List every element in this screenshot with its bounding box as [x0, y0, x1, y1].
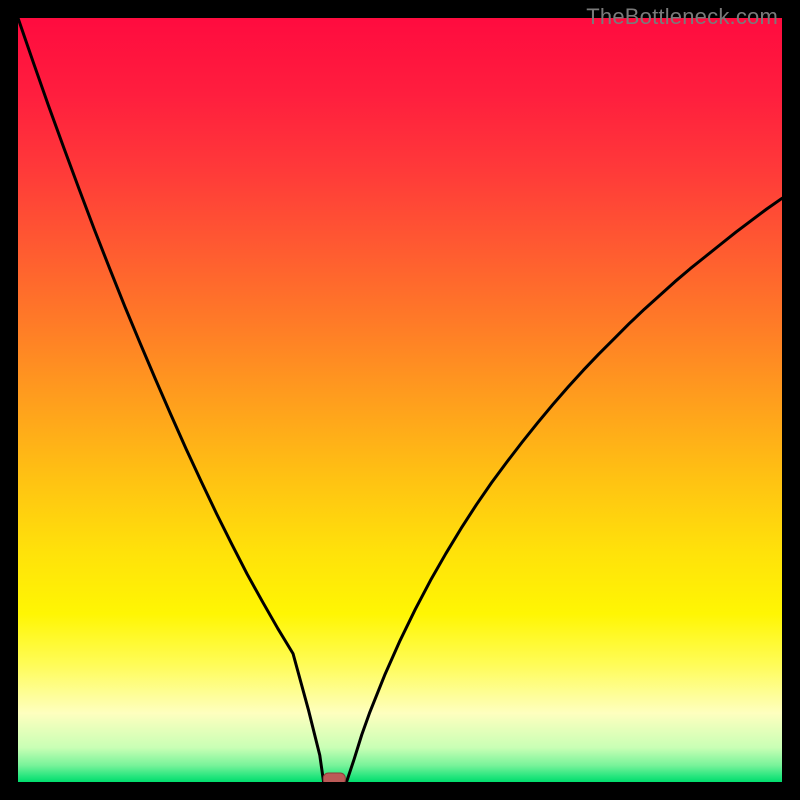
attribution-text: TheBottleneck.com [586, 4, 778, 30]
gradient-background [18, 18, 782, 782]
bottleneck-plot [18, 18, 782, 782]
optimal-point-marker [323, 773, 345, 782]
chart-frame [18, 18, 782, 782]
